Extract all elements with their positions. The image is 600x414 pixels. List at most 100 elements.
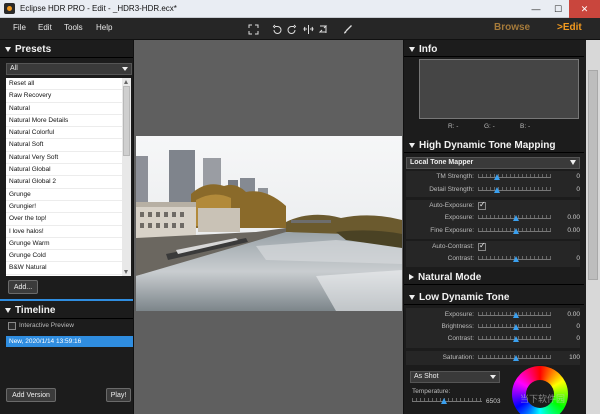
- brightness-slider[interactable]: [478, 324, 551, 330]
- detail-strength-label: Detail Strength:: [429, 186, 474, 193]
- scroll-up-icon[interactable]: [124, 80, 128, 84]
- preset-item[interactable]: Natural Global 2: [6, 176, 122, 189]
- brightness-label: Brightness:: [441, 323, 474, 330]
- preset-item[interactable]: Natural Very Soft: [6, 152, 122, 165]
- preset-item[interactable]: Grungier!: [6, 201, 122, 214]
- rotate-left-icon[interactable]: [270, 22, 284, 36]
- slider-knob[interactable]: [512, 336, 519, 342]
- ldr-contrast-slider[interactable]: [478, 336, 551, 342]
- scroll-thumb[interactable]: [123, 86, 130, 156]
- minimize-button[interactable]: —: [525, 0, 547, 18]
- play-button[interactable]: Play!: [106, 388, 131, 402]
- add-preset-button[interactable]: Add...: [8, 280, 38, 294]
- preset-item[interactable]: Grunge: [6, 189, 122, 201]
- detail-strength-slider[interactable]: [478, 187, 551, 193]
- contrast-group: Auto-Contrast: Contrast: 0: [406, 241, 580, 267]
- slider-knob[interactable]: [440, 398, 447, 404]
- slider-knob[interactable]: [493, 174, 500, 180]
- maximize-button[interactable]: ☐: [547, 0, 569, 18]
- interactive-preview-checkbox[interactable]: [8, 322, 16, 330]
- preset-item[interactable]: Grunge Warm: [6, 238, 122, 251]
- flip-horizontal-icon[interactable]: [316, 22, 330, 36]
- timeline-version-item[interactable]: New, 2020/1/14 13:59:16: [6, 336, 133, 347]
- edit-mode-tab[interactable]: >Edit: [557, 22, 582, 33]
- preset-item[interactable]: Over the top!: [6, 213, 122, 226]
- preset-filter-select[interactable]: All: [6, 63, 132, 75]
- preset-item[interactable]: Natural Global: [6, 164, 122, 177]
- low-dynamic-tone-header[interactable]: Low Dynamic Tone: [404, 290, 584, 305]
- hdr-tone-mapping-title: High Dynamic Tone Mapping: [419, 139, 556, 151]
- saturation-slider[interactable]: [478, 355, 551, 361]
- add-version-button[interactable]: Add Version: [6, 388, 56, 402]
- chevron-down-icon: [570, 160, 576, 165]
- info-header[interactable]: Info: [404, 42, 584, 57]
- menu-tools[interactable]: Tools: [64, 23, 83, 32]
- ldr-exposure-slider[interactable]: [478, 312, 551, 318]
- fit-screen-icon[interactable]: [246, 22, 260, 36]
- contrast-slider[interactable]: [478, 256, 551, 262]
- title-bar: Eclipse HDR PRO - Edit - _HDR3-HDR.ecx*: [0, 0, 600, 18]
- chevron-down-icon: [122, 67, 128, 71]
- preset-item[interactable]: Natural Soft: [6, 139, 122, 152]
- scroll-down-icon[interactable]: [124, 270, 128, 274]
- scroll-thumb[interactable]: [588, 70, 598, 280]
- menu-help[interactable]: Help: [96, 23, 112, 32]
- slider-knob[interactable]: [512, 215, 519, 221]
- b-readout: B: -: [520, 123, 531, 130]
- preset-item[interactable]: Grunge Cold: [6, 250, 122, 263]
- preset-item[interactable]: Raw Recovery: [6, 90, 122, 103]
- tm-strength-value: 0: [576, 173, 580, 180]
- slider-knob[interactable]: [512, 256, 519, 262]
- auto-exposure-checkbox[interactable]: [478, 200, 486, 210]
- collapse-icon: [409, 294, 415, 300]
- slider-track: [478, 190, 551, 191]
- exposure-slider[interactable]: [478, 215, 551, 221]
- slider-track: [478, 177, 551, 178]
- presets-header[interactable]: Presets: [0, 42, 133, 58]
- tm-strength-slider[interactable]: [478, 174, 551, 180]
- brush-icon[interactable]: [340, 22, 354, 36]
- close-button[interactable]: ✕: [569, 0, 600, 18]
- slider-knob[interactable]: [512, 228, 519, 234]
- slider-knob[interactable]: [512, 355, 519, 361]
- flip-icon[interactable]: [301, 22, 315, 36]
- rotate-right-icon[interactable]: [284, 22, 298, 36]
- temperature-slider[interactable]: [412, 398, 482, 404]
- color-wheel[interactable]: [512, 366, 568, 414]
- collapse-icon: [5, 47, 11, 52]
- slider-knob[interactable]: [493, 187, 500, 193]
- hdr-tone-mapping-header[interactable]: High Dynamic Tone Mapping: [404, 138, 584, 153]
- preset-item[interactable]: Natural: [6, 103, 122, 115]
- tone-mapper-select[interactable]: Local Tone Mapper: [406, 157, 580, 169]
- fine-exposure-label: Fine Exposure:: [430, 227, 474, 234]
- temperature-value: 6503: [486, 398, 501, 405]
- preset-item[interactable]: I love halos!: [6, 226, 122, 238]
- menu-file[interactable]: File: [13, 23, 26, 32]
- slider-knob[interactable]: [512, 312, 519, 318]
- preset-item[interactable]: Natural More Details: [6, 115, 122, 128]
- slider-knob[interactable]: [512, 324, 519, 330]
- preset-item[interactable]: Natural Colorful: [6, 127, 122, 140]
- menu-edit[interactable]: Edit: [38, 23, 52, 32]
- browse-mode-tab[interactable]: Browse: [494, 22, 530, 33]
- timeline-header[interactable]: Timeline: [0, 303, 133, 319]
- ldr-exposure-label: Exposure:: [444, 311, 474, 318]
- collapse-icon: [409, 142, 415, 148]
- preset-scrollbar[interactable]: [122, 78, 131, 276]
- tm-strength-group: TM Strength: 0 Detail Strength: 0: [406, 171, 580, 197]
- divider: [0, 299, 133, 301]
- tone-mapper-value: Local Tone Mapper: [410, 159, 474, 166]
- right-panel-scrollbar[interactable]: [586, 40, 600, 414]
- white-balance-select[interactable]: As Shot: [410, 371, 500, 383]
- window-title: Eclipse HDR PRO - Edit - _HDR3-HDR.ecx*: [20, 4, 177, 13]
- fine-exposure-slider[interactable]: [478, 228, 551, 234]
- preset-item[interactable]: B&W Natural: [6, 262, 122, 275]
- preset-item[interactable]: Reset all: [6, 78, 122, 91]
- g-readout: G: -: [484, 123, 495, 130]
- natural-mode-header[interactable]: Natural Mode: [404, 270, 584, 285]
- auto-contrast-checkbox[interactable]: [478, 241, 486, 251]
- collapse-icon: [5, 308, 11, 313]
- watermark: 当下软件园: [520, 394, 566, 404]
- interactive-preview-label: Interactive Preview: [19, 322, 74, 329]
- image-viewport[interactable]: [133, 40, 404, 414]
